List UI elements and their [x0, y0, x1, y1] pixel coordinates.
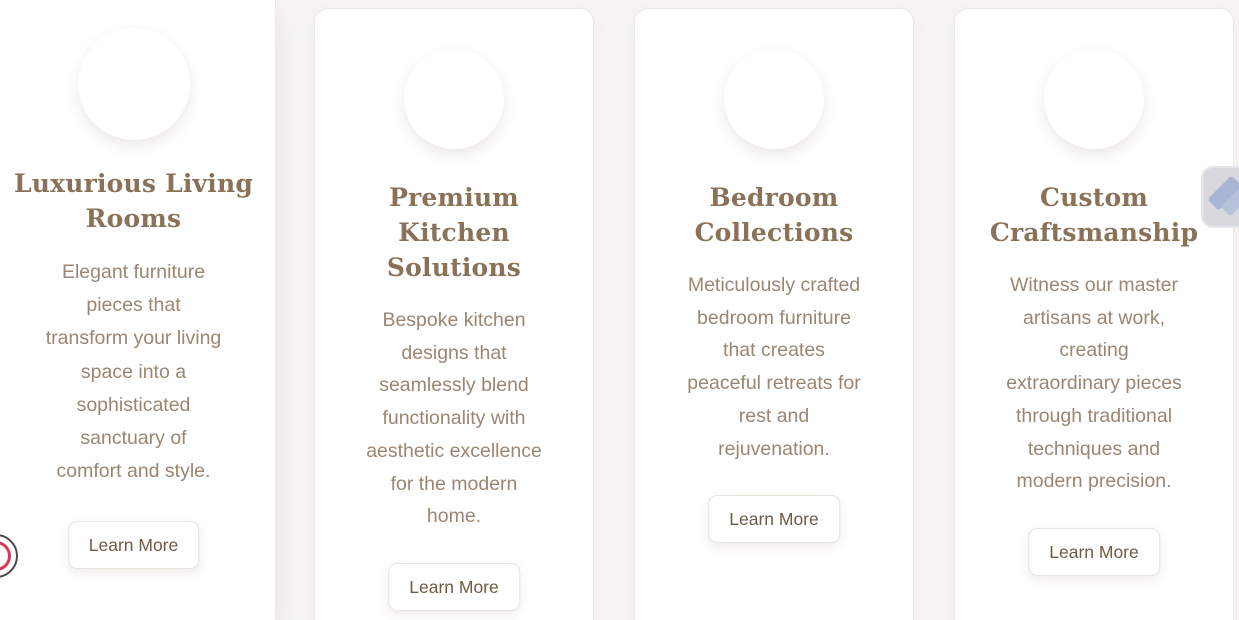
learn-more-button[interactable]: Learn More: [67, 521, 200, 569]
card-description-line: rest and: [738, 404, 810, 427]
learn-more-button[interactable]: Learn More: [708, 495, 840, 543]
card-description: Meticulously crafted bedroom furniture t…: [649, 269, 899, 465]
service-card-kitchen: Premium Kitchen Solutions Bespoke kitche…: [314, 8, 594, 620]
service-card-bedroom: Bedroom Collections Meticulously crafted…: [634, 8, 914, 620]
card-description-line: Meticulously crafted: [687, 274, 861, 296]
card-description-line: extraordinary pieces: [1006, 372, 1182, 395]
card-description-line: rejuvenation.: [718, 437, 830, 460]
card-title: Luxurious Living Rooms: [4, 166, 264, 236]
card-title-line: Kitchen: [398, 218, 510, 247]
card-description-line: creating: [1059, 339, 1129, 362]
card-description: Witness our master artisans at work, cre…: [969, 269, 1219, 498]
card-description-line: transform your living: [45, 327, 222, 350]
card-title: Custom Craftsmanship: [974, 180, 1214, 250]
card-description-line: artisans at work,: [1023, 306, 1165, 329]
learn-more-button[interactable]: Learn More: [1028, 528, 1160, 576]
card-description-line: sophisticated: [76, 393, 191, 416]
card-title-line: Custom: [1039, 183, 1149, 212]
card-description-line: Elegant furniture: [61, 261, 206, 283]
card-title-line: Craftsmanship: [989, 218, 1199, 247]
card-title-line: Bedroom: [709, 183, 839, 212]
card-description-line: aesthetic excellence: [366, 439, 542, 462]
card-description: Elegant furniture pieces that transform …: [14, 256, 254, 488]
card-description-line: Witness our master: [1010, 274, 1178, 296]
bedroom-icon: [724, 49, 824, 149]
card-description-line: modern precision.: [1016, 470, 1172, 493]
card-description-line: designs that: [401, 341, 507, 364]
craftsmanship-icon: [1044, 49, 1144, 149]
services-section: Luxurious Living Rooms Elegant furniture…: [0, 0, 1239, 620]
card-description-line: Bespoke kitchen: [382, 309, 526, 331]
pencil-icon[interactable]: [1201, 166, 1239, 228]
accessibility-icon-ring: [0, 541, 11, 571]
card-description-line: seamlessly blend: [379, 374, 529, 397]
card-description-line: for the modern: [390, 472, 518, 495]
card-title: Bedroom Collections: [654, 180, 894, 250]
card-description-line: functionality with: [382, 407, 526, 430]
card-description-line: that creates: [723, 339, 825, 362]
card-description-line: pieces that: [86, 294, 181, 317]
card-description-line: techniques and: [1027, 437, 1161, 460]
card-description-line: through traditional: [1015, 404, 1173, 427]
card-description-line: comfort and style.: [56, 460, 211, 483]
card-description-line: space into a: [80, 360, 187, 383]
service-card-craftsmanship: Custom Craftsmanship Witness our master …: [954, 8, 1234, 620]
card-title-line: Solutions: [386, 253, 522, 282]
kitchen-icon: [404, 49, 504, 149]
card-title-line: Premium: [389, 183, 519, 212]
card-description: Bespoke kitchen designs that seamlessly …: [329, 304, 579, 533]
living-room-icon: [77, 28, 190, 140]
card-title-line: Collections: [694, 218, 854, 247]
card-title-line: Luxurious Living: [13, 169, 254, 198]
card-description-line: home.: [426, 505, 482, 528]
card-description-line: peaceful retreats for: [687, 372, 861, 395]
card-title-line: Rooms: [85, 204, 182, 233]
card-description-line: bedroom furniture: [697, 306, 851, 329]
service-card-living-rooms: Luxurious Living Rooms Elegant furniture…: [0, 0, 276, 620]
card-description-line: sanctuary of: [80, 427, 187, 450]
card-title: Premium Kitchen Solutions: [334, 180, 574, 285]
learn-more-button[interactable]: Learn More: [388, 563, 520, 611]
